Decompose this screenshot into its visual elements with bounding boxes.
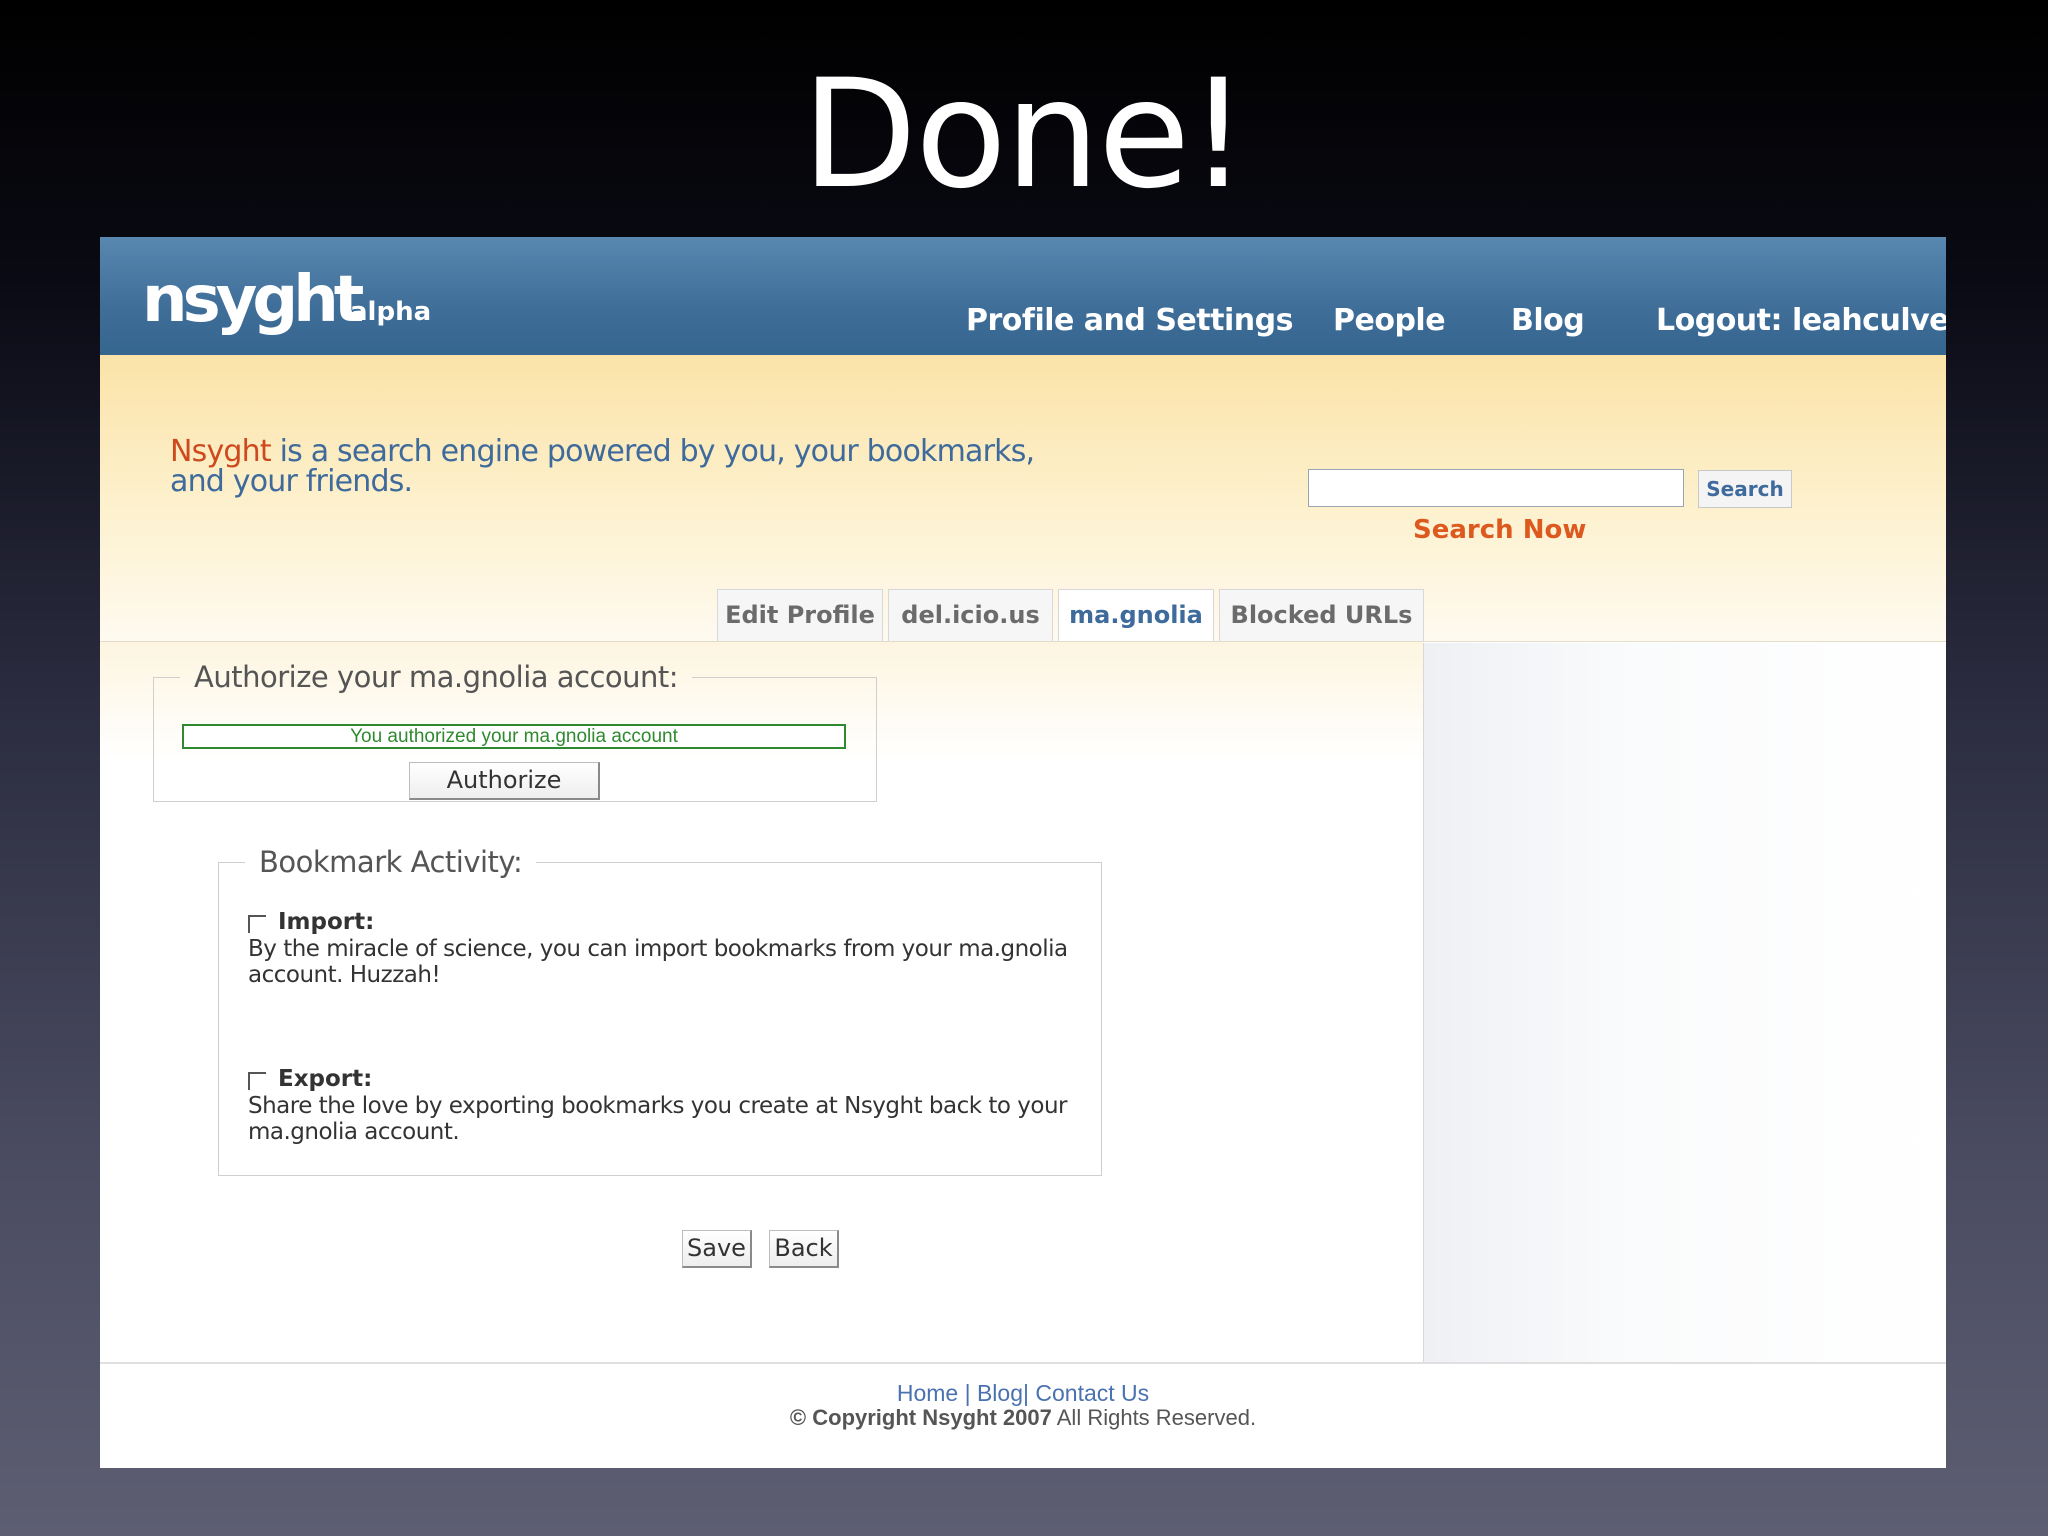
footer-links: Home | Blog| Contact Us xyxy=(100,1380,1946,1407)
tagline-text: is a search engine powered by you, your … xyxy=(170,434,1035,499)
site-header: nsyght alpha Profile and Settings People… xyxy=(100,237,1946,355)
nav-blog[interactable]: Blog xyxy=(1511,303,1585,338)
copyright: © Copyright Nsyght 2007 All Rights Reser… xyxy=(100,1405,1946,1431)
save-button[interactable]: Save xyxy=(682,1230,752,1268)
logo-alpha-tag: alpha xyxy=(350,297,432,327)
authorize-button[interactable]: Authorize xyxy=(409,762,600,800)
import-checkbox[interactable] xyxy=(248,915,266,933)
footer-link-blog[interactable]: Blog xyxy=(977,1380,1023,1406)
export-description: Share the love by exporting bookmarks yo… xyxy=(248,1093,1068,1145)
search-input[interactable] xyxy=(1308,469,1684,507)
tab-blocked-urls[interactable]: Blocked URLs xyxy=(1219,589,1424,641)
footer-separator: | xyxy=(964,1380,971,1406)
footer-divider xyxy=(100,1362,1946,1364)
content-divider xyxy=(100,641,1946,642)
slide-title: Done! xyxy=(801,48,1249,222)
copyright-bold: © Copyright Nsyght 2007 xyxy=(789,1405,1052,1430)
import-title: Import: xyxy=(278,909,375,935)
export-title: Export: xyxy=(278,1066,373,1092)
authorize-legend: Authorize your ma.gnolia account: xyxy=(194,660,679,694)
export-checkbox[interactable] xyxy=(248,1072,266,1090)
copyright-rest: All Rights Reserved. xyxy=(1051,1405,1257,1430)
tagline: Nsyght is a search engine powered by you… xyxy=(170,437,1070,497)
right-sidebar xyxy=(1423,643,1946,1363)
site-logo[interactable]: nsyght xyxy=(142,265,364,335)
tab-magnolia[interactable]: ma.gnolia xyxy=(1058,589,1214,643)
nav-profile-settings[interactable]: Profile and Settings xyxy=(966,303,1293,338)
import-description: By the miracle of science, you can impor… xyxy=(248,936,1068,988)
search-button[interactable]: Search xyxy=(1698,470,1792,508)
footer-separator: | xyxy=(1023,1380,1029,1406)
tagline-banner: Nsyght is a search engine powered by you… xyxy=(100,355,1946,643)
footer-link-contact[interactable]: Contact Us xyxy=(1035,1380,1149,1406)
tab-edit-profile[interactable]: Edit Profile xyxy=(717,589,883,641)
back-button[interactable]: Back xyxy=(769,1230,839,1268)
footer-link-home[interactable]: Home xyxy=(897,1380,958,1406)
nav-logout[interactable]: Logout: leahculver xyxy=(1656,303,1946,338)
authorized-success-message: You authorized your ma.gnolia account xyxy=(182,724,846,749)
tab-delicious[interactable]: del.icio.us xyxy=(888,589,1053,641)
bookmark-activity-legend: Bookmark Activity: xyxy=(259,845,523,879)
search-now-link[interactable]: Search Now xyxy=(1413,515,1586,545)
nav-people[interactable]: People xyxy=(1333,303,1446,338)
browser-screenshot: nsyght alpha Profile and Settings People… xyxy=(100,237,1946,1468)
